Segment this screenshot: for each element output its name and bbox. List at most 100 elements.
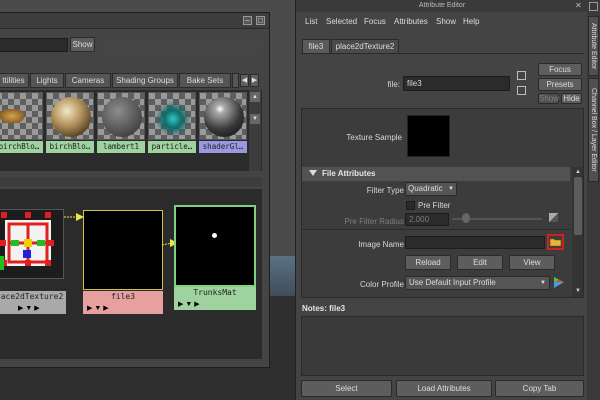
slider-handle[interactable] xyxy=(462,213,470,223)
maximize-icon[interactable]: □ xyxy=(256,16,265,25)
file-name-field[interactable]: file3 xyxy=(403,76,510,91)
file-node-label[interactable]: file3 xyxy=(83,291,163,303)
file-attributes-section-header[interactable]: File Attributes xyxy=(302,167,570,181)
scrollbar-thumb[interactable] xyxy=(574,177,582,235)
presets-button[interactable]: Presets xyxy=(538,78,582,91)
image-name-label: Image Name xyxy=(358,240,404,249)
texture-sample-swatch[interactable] xyxy=(407,115,450,157)
hypershade-window: – □ Show ttilities Lights Cameras Shadin… xyxy=(0,12,270,368)
menu-show[interactable]: Show xyxy=(436,17,456,26)
swatch-scrollbar[interactable]: ▲ ▼ xyxy=(249,90,261,171)
color-profile-label: Color Profile xyxy=(359,280,404,289)
place2d-node-label[interactable]: ace2dTexture2 xyxy=(0,291,66,303)
swatch-label[interactable]: lambert1 xyxy=(97,141,145,153)
menu-list[interactable]: List xyxy=(305,17,317,26)
side-tab-channel-box[interactable]: Channel Box / Layer Editor xyxy=(588,78,599,182)
menu-attributes[interactable]: Attributes xyxy=(394,17,428,26)
tab-shading-groups[interactable]: Shading Groups xyxy=(112,73,178,88)
swatch-label[interactable]: shaderGl… xyxy=(199,141,247,153)
hypershade-search-input[interactable] xyxy=(0,38,68,52)
menu-focus[interactable]: Focus xyxy=(364,17,386,26)
file-texture-node[interactable]: file3 ▶ ▼ ▶ xyxy=(83,210,163,316)
pre-filter-label: Pre Filter xyxy=(418,201,451,210)
scroll-down-icon[interactable]: ▼ xyxy=(574,287,582,295)
dock-side-tabs: Attribute Editor Channel Box / Layer Edi… xyxy=(587,0,600,400)
chevron-down-icon: ▼ xyxy=(540,280,546,286)
pre-filter-radius-field[interactable]: 2.000 xyxy=(405,213,449,226)
material-node-ports[interactable]: ▶ ▼ ▶ xyxy=(174,299,256,310)
folder-icon xyxy=(549,238,562,247)
tab-divider xyxy=(301,53,584,54)
graph-toolbar xyxy=(0,177,262,187)
hypershade-titlebar[interactable]: – □ xyxy=(0,13,269,29)
connection-arrow xyxy=(64,213,84,221)
attribute-editor-scrollbar[interactable]: ▲ ▼ xyxy=(572,167,583,297)
separator xyxy=(302,229,570,230)
tab-bake-sets[interactable]: Bake Sets xyxy=(179,73,231,88)
material-node[interactable]: TrunksMat ▶ ▼ ▶ xyxy=(174,205,256,311)
material-node-label[interactable]: TrunksMat xyxy=(174,287,256,299)
color-profile-dropdown[interactable]: Use Default Input Profile ▼ xyxy=(405,276,550,290)
swatch-label[interactable]: birchBlo… xyxy=(46,141,94,153)
notes-textarea[interactable] xyxy=(301,316,584,376)
hypershade-tab-bar: ttilities Lights Cameras Shading Groups … xyxy=(0,73,270,88)
side-tab-attribute-editor[interactable]: Attribute Editor xyxy=(588,16,599,76)
image-name-field[interactable] xyxy=(405,236,545,249)
section-title: File Attributes xyxy=(322,169,376,178)
hypershade-toolbar-area xyxy=(100,35,262,54)
node-graph[interactable]: ace2dTexture2 ▶ ▼ ▶ file3 ▶ ▼ ▶ TrunksMa… xyxy=(0,189,262,359)
input-connection-icon[interactable] xyxy=(517,71,526,80)
tab-overflow[interactable] xyxy=(232,73,239,88)
tab-place2dtexture2[interactable]: place2dTexture2 xyxy=(331,39,399,54)
menu-selected[interactable]: Selected xyxy=(326,17,357,26)
material-preview-highlight xyxy=(212,233,217,238)
swatch-birch-texture[interactable] xyxy=(0,92,43,140)
tab-scroll-left-icon[interactable]: ◀ xyxy=(240,74,249,87)
attribute-editor-panel: Attribute Editor ✕ List Selected Focus A… xyxy=(295,0,588,400)
notes-label: Notes: file3 xyxy=(302,304,346,313)
view-button[interactable]: View xyxy=(509,255,555,270)
folder-browse-button[interactable] xyxy=(547,234,564,250)
swatch-label[interactable]: birchBlo… xyxy=(0,141,43,153)
swatch-particle[interactable] xyxy=(148,92,196,140)
file-label: file: xyxy=(387,80,400,89)
hide-button[interactable]: Hide xyxy=(561,93,582,104)
close-icon[interactable]: ✕ xyxy=(575,2,583,10)
tab-lights[interactable]: Lights xyxy=(30,73,64,88)
place2d-texture-node[interactable]: ace2dTexture2 ▶ ▼ ▶ xyxy=(0,209,66,315)
swatch-lambert1[interactable] xyxy=(97,92,145,140)
edit-button[interactable]: Edit xyxy=(457,255,503,270)
menu-help[interactable]: Help xyxy=(463,17,479,26)
place2d-node-ports[interactable]: ▶ ▼ ▶ xyxy=(0,303,66,314)
pre-filter-checkbox[interactable] xyxy=(406,201,415,210)
copy-tab-button[interactable]: Copy Tab xyxy=(495,380,584,397)
file-node-ports[interactable]: ▶ ▼ ▶ xyxy=(83,303,163,314)
show-button[interactable]: Show xyxy=(538,93,559,104)
place2d-icon xyxy=(0,212,54,270)
filter-type-dropdown[interactable]: Quadratic ▼ xyxy=(405,182,457,196)
dock-toggle-icon[interactable] xyxy=(589,2,598,11)
scroll-up-icon[interactable]: ▲ xyxy=(250,92,260,102)
focus-button[interactable]: Focus xyxy=(538,63,582,76)
scroll-up-icon[interactable]: ▲ xyxy=(574,168,582,176)
tab-scroll-right-icon[interactable]: ▶ xyxy=(250,74,259,87)
select-button[interactable]: Select xyxy=(301,380,392,397)
tab-file3[interactable]: file3 xyxy=(302,39,330,54)
swatch-shader-glow[interactable] xyxy=(199,92,247,140)
swatch-label[interactable]: particle… xyxy=(148,141,196,153)
load-attributes-button[interactable]: Load Attributes xyxy=(396,380,492,397)
map-button-icon[interactable] xyxy=(549,213,558,222)
chevron-down-icon: ▼ xyxy=(448,186,454,192)
output-connection-icon[interactable] xyxy=(517,86,526,95)
swatch-birch-sphere[interactable] xyxy=(46,92,94,140)
tab-utilities[interactable]: ttilities xyxy=(0,73,29,88)
color-management-icon[interactable] xyxy=(553,276,565,289)
hypershade-show-button[interactable]: Show xyxy=(70,37,95,52)
attribute-editor-title: Attribute Editor xyxy=(296,0,588,12)
minimize-icon[interactable]: – xyxy=(243,16,252,25)
collapse-triangle-icon[interactable] xyxy=(309,170,317,176)
scroll-down-icon[interactable]: ▼ xyxy=(250,114,260,124)
attribute-editor-menubar: List Selected Focus Attributes Show Help xyxy=(296,17,588,30)
tab-cameras[interactable]: Cameras xyxy=(65,73,111,88)
reload-button[interactable]: Reload xyxy=(405,255,451,270)
